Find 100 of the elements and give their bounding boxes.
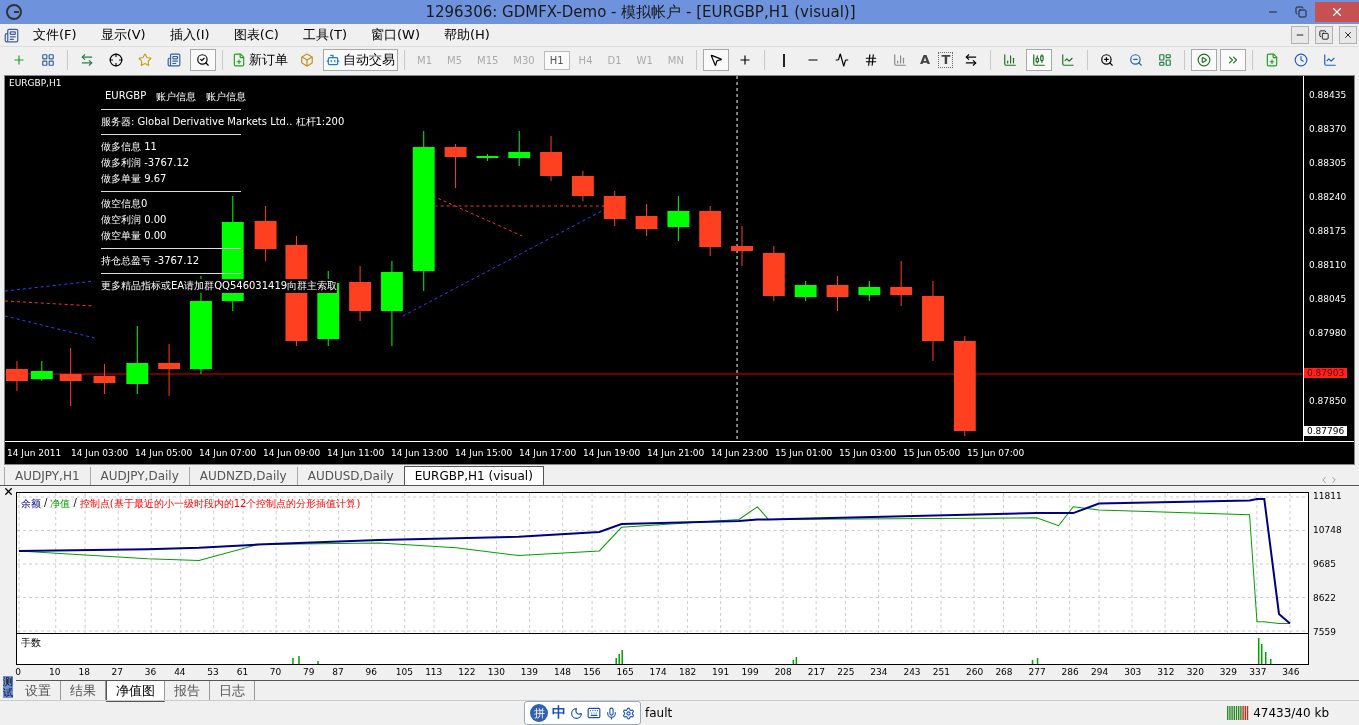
scroll-left-icon — [1319, 475, 1329, 485]
axis-label: 122 — [458, 667, 476, 677]
axis-label: 191 — [712, 667, 730, 677]
candle — [508, 130, 531, 167]
traffic-text: 47433/40 kb — [1253, 706, 1329, 720]
line-chart-icon — [1322, 53, 1337, 67]
axis-label: 87 — [332, 667, 344, 677]
price-label: 0.88435 — [1309, 90, 1347, 100]
axis-label: 312 — [1157, 667, 1175, 677]
chart-shift-button[interactable] — [1219, 49, 1246, 71]
menu-item[interactable]: 插入(I) — [159, 24, 220, 46]
time-label: 15 Jun 05:00 — [903, 448, 962, 458]
candle — [30, 360, 53, 382]
axis-label: 18 — [78, 667, 90, 677]
axis-label: 8622 — [1313, 593, 1336, 603]
axis-label: 320 — [1186, 667, 1204, 677]
axis-label: 27 — [111, 667, 124, 677]
lots-bar — [1031, 660, 1034, 664]
candle — [826, 275, 849, 312]
price-label: 0.87980 — [1309, 328, 1347, 338]
auto-trading-button[interactable]: 自动交易 — [323, 49, 398, 71]
ime-toolbar[interactable]: 拼 中 — [524, 701, 641, 725]
timeframe-button[interactable]: H1 — [543, 50, 570, 70]
info-heading: 账户信息 — [206, 90, 247, 104]
candle — [444, 143, 467, 189]
menu-item[interactable]: 工具(T) — [292, 24, 357, 46]
bars-icon — [1002, 53, 1017, 67]
tiles-icon — [1157, 53, 1172, 67]
zigzag-icon — [834, 53, 849, 67]
candle — [635, 203, 658, 237]
axis-label: 165 — [616, 667, 634, 677]
tester-tab[interactable]: 净值图 — [106, 681, 165, 702]
tester-button[interactable] — [190, 49, 216, 71]
cursor-button[interactable] — [702, 49, 729, 71]
candle — [93, 363, 116, 395]
axis-label: 329 — [1219, 667, 1237, 677]
crosshair-icon — [109, 53, 123, 67]
price-label: 0.88045 — [1309, 294, 1347, 304]
time-label: 14 Jun 11:00 — [327, 448, 386, 458]
menu-item[interactable]: 窗口(W) — [361, 24, 430, 46]
menu-item[interactable]: 文件(F) — [23, 24, 87, 46]
axis-label: 7559 — [1313, 626, 1336, 637]
legend-separator: / — [73, 497, 77, 510]
axis-label: 303 — [1124, 667, 1142, 677]
scroll-right-icon — [1329, 475, 1339, 485]
microphone-icon — [605, 706, 618, 720]
restore-icon — [1295, 6, 1307, 18]
candle — [794, 280, 817, 302]
candle — [59, 347, 82, 407]
restore-icon — [1319, 30, 1329, 40]
axis-label: 346 — [1282, 667, 1300, 677]
axis-label: 234 — [870, 667, 888, 677]
time-label: 15 Jun 07:00 — [967, 448, 1026, 458]
tester-tab[interactable]: 报告 — [165, 681, 210, 701]
time-label: 14 Jun 23:00 — [711, 448, 770, 458]
axis-label: 294 — [1091, 667, 1109, 677]
axis-label: 156 — [583, 667, 601, 677]
crosshair-icon — [737, 53, 752, 67]
axis-label: 70 — [269, 667, 282, 677]
axis-label: 337 — [1249, 667, 1267, 677]
axis-label: 182 — [679, 667, 697, 677]
candlestick-button[interactable] — [1025, 49, 1052, 71]
legend-label: 控制点(基于最近的小一级时段内的12个控制点的分形插值计算) — [79, 497, 361, 511]
keyboard-icon — [587, 706, 601, 720]
arrows-icon — [80, 53, 94, 67]
axis-label: 251 — [932, 667, 951, 677]
price-label: 0.88175 — [1309, 226, 1347, 236]
restore-button[interactable] — [1315, 26, 1333, 44]
autoscroll-button[interactable] — [1190, 49, 1217, 71]
lots-bar — [1036, 658, 1039, 664]
tester-tab[interactable]: 日志 — [210, 681, 255, 701]
ime-logo: 拼 — [530, 704, 548, 722]
window-title: 1296306: GDMFX-Demo - 模拟帐户 - [EURGBP,H1 (visual)] — [424, 2, 857, 22]
close-icon — [1330, 5, 1344, 19]
candle — [603, 190, 626, 227]
axis-label: 174 — [649, 667, 667, 677]
menu-item[interactable]: 显示(V) — [90, 24, 156, 46]
candle — [349, 265, 372, 322]
menu-item[interactable]: 帮助(H) — [434, 24, 500, 46]
document-plus-icon — [1264, 53, 1279, 67]
candle — [571, 170, 594, 202]
close-button[interactable] — [1339, 26, 1357, 44]
price-tag: 0.87796 — [1304, 426, 1348, 436]
axis-label: 199 — [741, 667, 759, 677]
axis-label: 44 — [174, 667, 186, 677]
new-order-button[interactable]: 新订单 — [229, 49, 291, 71]
minimize-button[interactable] — [1291, 26, 1309, 44]
tester-tab[interactable]: 设置 — [16, 681, 61, 701]
app-logo-icon — [6, 4, 22, 20]
moon-icon — [570, 706, 583, 720]
axis-label: 260 — [965, 667, 984, 677]
time-label: 14 Jun 13:00 — [391, 448, 450, 458]
chart-tab[interactable]: EURGBP,H1 (visual) — [403, 466, 544, 485]
time-label: 14 Jun 09:00 — [263, 448, 322, 458]
text-tool-button[interactable]: A — [917, 53, 932, 67]
menu-item[interactable]: 图表(C) — [223, 24, 289, 46]
candle — [667, 195, 690, 242]
text-label-button[interactable]: T — [938, 52, 954, 68]
hash-icon — [863, 53, 878, 67]
close-icon — [2, 486, 14, 497]
